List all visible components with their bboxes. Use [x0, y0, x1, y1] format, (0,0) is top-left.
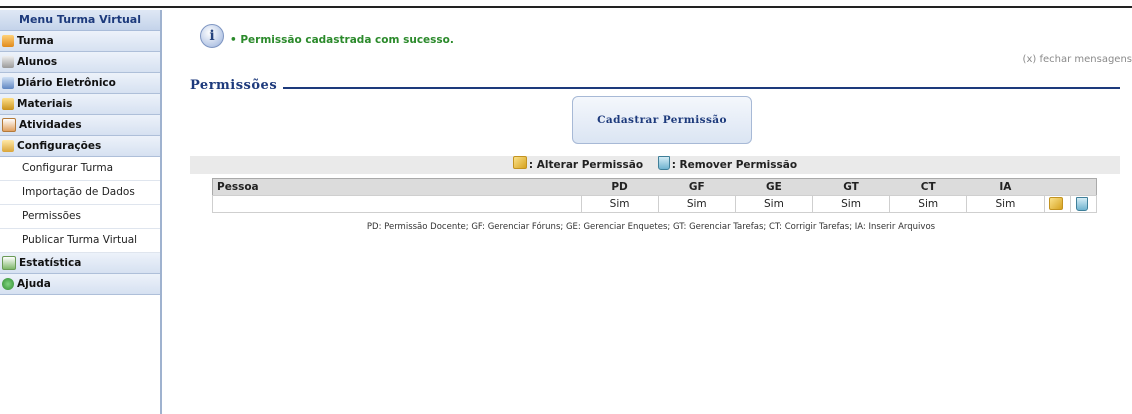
- cell-ia: Sim: [966, 195, 1045, 213]
- sidebar-item-label: Atividades: [19, 119, 82, 131]
- col-gf: GF: [658, 178, 736, 196]
- sidebar-menu: Menu Turma Virtual Turma Alunos Diário E…: [0, 10, 162, 414]
- table-header-row: Pessoa PD GF GE GT CT IA: [212, 178, 1097, 196]
- wrench-icon: [2, 140, 14, 152]
- sidebar-item-label: Ajuda: [17, 278, 51, 290]
- cell-ct: Sim: [889, 195, 968, 213]
- col-remove: [1070, 178, 1097, 196]
- legend-alterar-label: : Alterar Permissão: [528, 159, 644, 171]
- sidebar-subitem-permissoes[interactable]: Permissões: [0, 205, 160, 229]
- sidebar-item-materiais[interactable]: Materiais: [0, 94, 160, 115]
- sidebar-item-turma[interactable]: Turma: [0, 31, 160, 52]
- sidebar-item-diario[interactable]: Diário Eletrônico: [0, 73, 160, 94]
- col-gt: GT: [812, 178, 890, 196]
- top-border: [0, 0, 1132, 8]
- trash-icon: [1076, 196, 1089, 211]
- col-ge: GE: [735, 178, 813, 196]
- sidebar-item-estatistica[interactable]: Estatística: [0, 253, 160, 274]
- page-title: Permissões: [190, 78, 284, 93]
- col-edit: [1044, 178, 1070, 196]
- cell-ge: Sim: [734, 195, 813, 213]
- cadastrar-permissao-button[interactable]: Cadastrar Permissão: [572, 96, 752, 144]
- permissions-table: Pessoa PD GF GE GT CT IA Sim Sim Sim Sim…: [212, 178, 1097, 213]
- edit-icon: [512, 156, 527, 169]
- main-content: i • Permissão cadastrada com sucesso. (x…: [170, 20, 1132, 232]
- message-box: i • Permissão cadastrada com sucesso.: [170, 20, 1132, 52]
- success-message: • Permissão cadastrada com sucesso.: [230, 34, 454, 46]
- col-pd: PD: [581, 178, 659, 196]
- folder-icon: [2, 98, 14, 110]
- sidebar-item-label: Estatística: [19, 257, 82, 269]
- cell-pd: Sim: [580, 195, 659, 213]
- close-messages-link[interactable]: (x) fechar mensagens: [1023, 54, 1132, 65]
- col-ia: IA: [966, 178, 1044, 196]
- sidebar-item-alunos[interactable]: Alunos: [0, 52, 160, 73]
- sidebar-item-configuracoes[interactable]: Configurações: [0, 136, 160, 157]
- sidebar-item-atividades[interactable]: Atividades: [0, 115, 160, 136]
- col-ct: CT: [889, 178, 967, 196]
- table-footnote: PD: Permissão Docente; GF: Gerenciar Fór…: [366, 222, 936, 232]
- title-divider: [190, 87, 1120, 89]
- cell-gt: Sim: [811, 195, 891, 213]
- legend-remover-label: : Remover Permissão: [671, 159, 798, 171]
- info-icon: i: [200, 24, 224, 48]
- sidebar-item-label: Alunos: [17, 56, 58, 68]
- table-row: Sim Sim Sim Sim Sim Sim: [212, 195, 1097, 213]
- cell-gf: Sim: [657, 195, 736, 213]
- sidebar-item-ajuda[interactable]: Ajuda: [0, 274, 160, 295]
- section-header: Permissões: [190, 78, 1120, 96]
- alterar-permissao-button[interactable]: [1043, 195, 1071, 213]
- remover-permissao-button[interactable]: [1069, 195, 1097, 213]
- edit-icon: [1049, 196, 1063, 210]
- action-legend: : Alterar Permissão : Remover Permissão: [190, 156, 1120, 174]
- sidebar-item-label: Materiais: [17, 98, 73, 110]
- clipboard-icon: [2, 118, 16, 132]
- sidebar-title: Menu Turma Virtual: [0, 10, 160, 31]
- sidebar-subitem-importacao-dados[interactable]: Importação de Dados: [0, 181, 160, 205]
- chart-icon: [2, 256, 16, 270]
- list-icon: [2, 56, 14, 68]
- sidebar-subitem-configurar-turma[interactable]: Configurar Turma: [0, 157, 160, 181]
- book-icon: [2, 77, 14, 89]
- help-icon: [2, 278, 14, 290]
- sidebar-item-label: Diário Eletrônico: [17, 77, 116, 89]
- people-icon: [2, 35, 14, 47]
- cell-pessoa: [212, 195, 582, 213]
- trash-icon: [657, 156, 670, 170]
- sidebar-item-label: Turma: [17, 35, 54, 47]
- col-pessoa: Pessoa: [212, 178, 581, 196]
- sidebar-item-label: Configurações: [17, 140, 102, 152]
- sidebar-subitem-publicar-turma[interactable]: Publicar Turma Virtual: [0, 229, 160, 253]
